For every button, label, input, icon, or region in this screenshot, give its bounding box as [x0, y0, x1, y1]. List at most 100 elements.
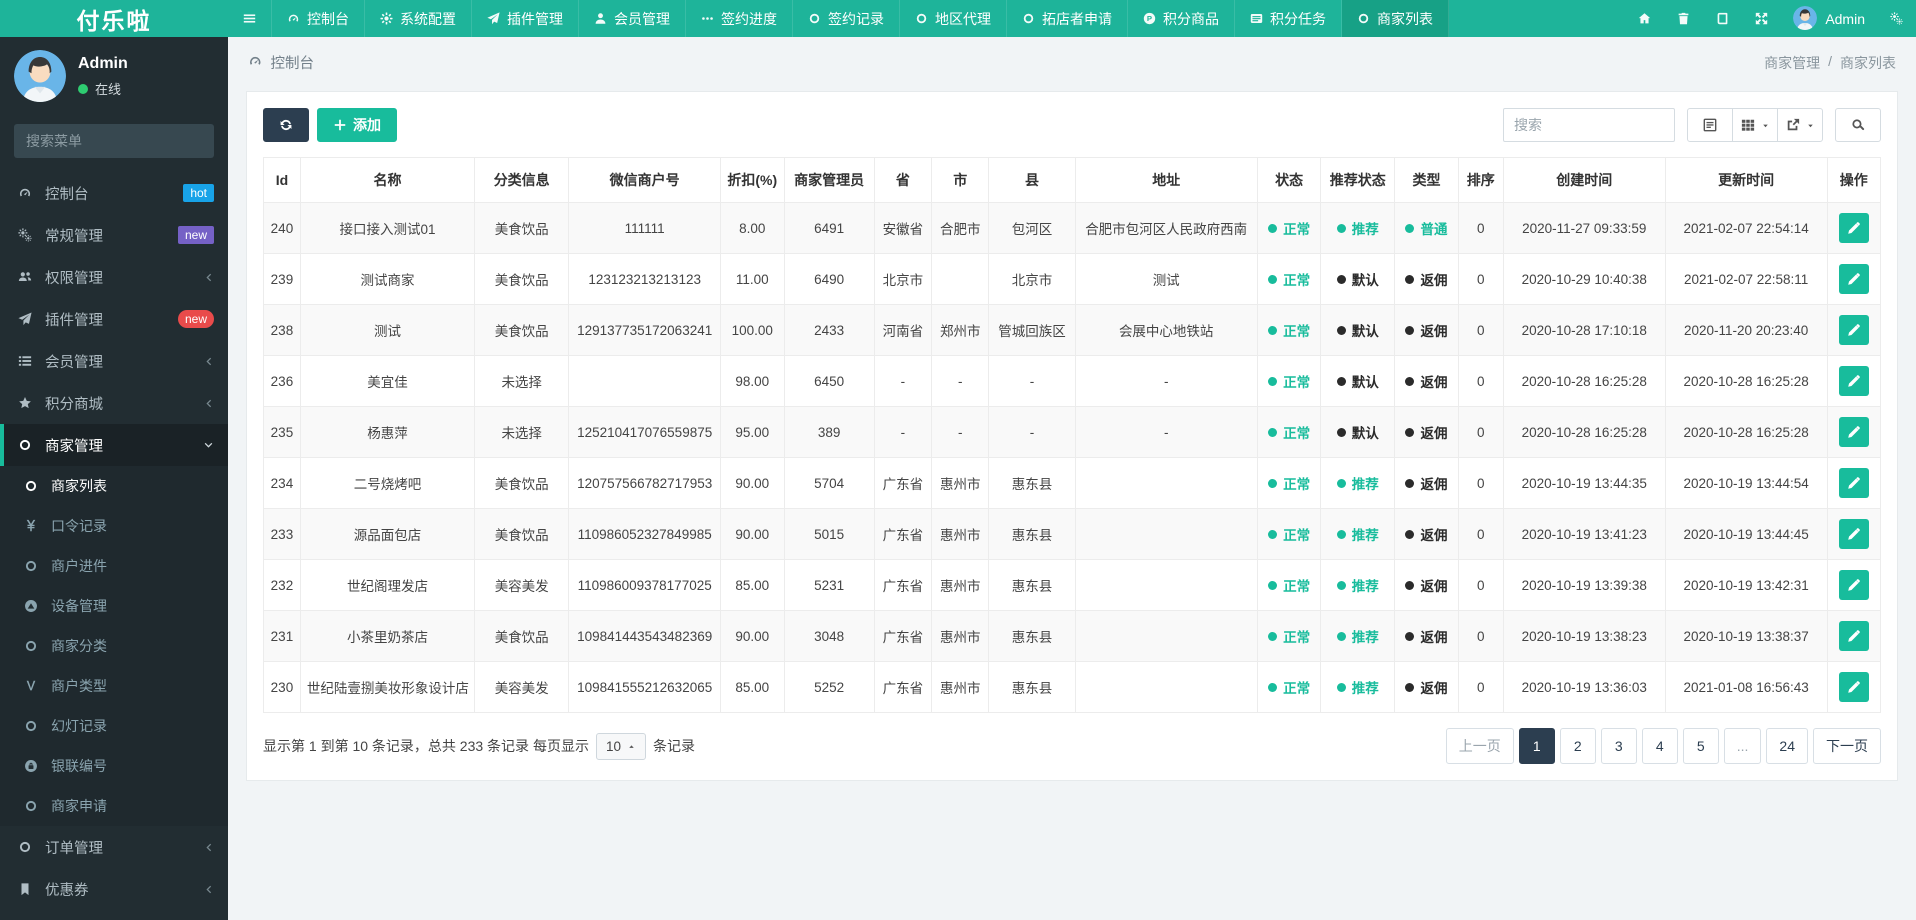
topnav-item[interactable]: 会员管理	[579, 0, 686, 37]
edit-button[interactable]	[1838, 519, 1869, 549]
topnav-item[interactable]: 拓店者申请	[1007, 0, 1128, 37]
type-cell: 返佣	[1394, 559, 1459, 611]
home-button[interactable]	[1625, 0, 1664, 37]
table-row: 234 二号烧烤吧 美食饮品 120757566782717953 90.00 5704 广…	[263, 457, 1882, 509]
status-dot-icon	[1268, 631, 1278, 641]
edit-button[interactable]	[1838, 468, 1869, 498]
page-button[interactable]: 4	[1641, 728, 1678, 764]
column-header[interactable]: 类型	[1394, 157, 1459, 203]
column-header[interactable]: 状态	[1256, 157, 1322, 203]
column-header[interactable]: 创建时间	[1502, 157, 1666, 203]
columns-button[interactable]	[1732, 108, 1778, 142]
sidebar-subitem-link[interactable]: 银联编号	[0, 746, 228, 786]
edit-button[interactable]	[1838, 570, 1869, 600]
edit-button[interactable]	[1838, 264, 1869, 294]
sidebar-item-label: 优惠券	[45, 882, 89, 899]
table-header-row: Id 名称 分类信息 微信商户号 折扣(%) 商家管理员省市县地址 状态 推荐状态 类型 排序 创建…	[263, 157, 1882, 203]
sidebar-item-link[interactable]: 积分商城	[0, 382, 228, 424]
table-row: 236 美宜佳 未选择 98.00 6450- - - - 正常 默认 返佣 0 2020-10-28 …	[263, 355, 1882, 407]
column-header[interactable]: 商家管理员	[783, 157, 875, 203]
page-button[interactable]: 3	[1600, 728, 1637, 764]
page-button[interactable]: 1	[1518, 728, 1555, 764]
refresh-button[interactable]	[263, 108, 309, 142]
column-header[interactable]: 县	[988, 157, 1076, 203]
edit-button[interactable]	[1838, 213, 1869, 243]
page-button[interactable]: 5	[1682, 728, 1719, 764]
sidebar-subitem-link[interactable]: 商家申请	[0, 786, 228, 826]
topnav-item[interactable]: 签约记录	[793, 0, 900, 37]
column-header[interactable]: 操作	[1826, 157, 1882, 203]
sidebar-search-input[interactable]	[14, 124, 214, 158]
column-header[interactable]: 名称	[299, 157, 476, 203]
sidebar-item-link[interactable]: 订单管理	[0, 826, 228, 868]
brand-logo[interactable]: 付乐啦	[0, 0, 228, 37]
column-header[interactable]: 市	[931, 157, 990, 203]
edit-button[interactable]	[1838, 417, 1869, 447]
prev-page-button[interactable]: 上一页	[1445, 728, 1514, 764]
sidebar-subitem-link[interactable]: 设备管理	[0, 586, 228, 626]
trash-button[interactable]	[1664, 0, 1703, 37]
page-button[interactable]: ...	[1723, 728, 1762, 764]
edit-button[interactable]	[1838, 672, 1869, 702]
table-search-input[interactable]	[1503, 108, 1675, 142]
add-button[interactable]: 添加	[317, 108, 397, 142]
column-header[interactable]: 推荐状态	[1320, 157, 1396, 203]
listb-icon	[16, 353, 34, 369]
expand-button[interactable]	[1742, 0, 1781, 37]
topnav-item[interactable]: 控制台	[272, 0, 365, 37]
book-button[interactable]	[1703, 0, 1742, 37]
sidebar-subitem-link[interactable]: 商家列表	[0, 466, 228, 506]
breadcrumb-dashboard[interactable]: 控制台	[271, 52, 315, 73]
updated-time-cell: 2021-01-08 16:56:43	[1664, 661, 1828, 713]
topnav-item[interactable]: 地区代理	[900, 0, 1007, 37]
column-header[interactable]: 折扣(%)	[719, 157, 785, 203]
column-header[interactable]: 地址	[1074, 157, 1258, 203]
column-header[interactable]: 省	[873, 157, 933, 203]
sidebar-item-link[interactable]: 常规管理 new	[0, 214, 228, 256]
province-cell: 广东省	[873, 610, 933, 662]
paging-switch-button[interactable]	[1687, 108, 1733, 142]
edit-button[interactable]	[1838, 621, 1869, 651]
online-dot-icon	[78, 83, 88, 94]
sidebar-item-link[interactable]: 权限管理	[0, 256, 228, 298]
column-header[interactable]: 更新时间	[1664, 157, 1828, 203]
topnav-item[interactable]: P 积分商品	[1128, 0, 1235, 37]
manager-cell: 6491	[783, 202, 875, 254]
status-dot-icon	[1405, 223, 1415, 233]
column-header[interactable]: Id	[263, 157, 301, 203]
column-header[interactable]: 排序	[1457, 157, 1504, 203]
sidebar-toggle-button[interactable]	[228, 0, 272, 37]
status-cell: 正常	[1256, 610, 1322, 662]
search-toggle-button[interactable]	[1835, 108, 1881, 142]
topnav-item[interactable]: 签约进度	[686, 0, 793, 37]
search-icon	[1851, 117, 1865, 133]
sidebar-item-link[interactable]: 控制台 hot	[0, 172, 228, 214]
page-button[interactable]: 24	[1766, 728, 1808, 764]
status-dot-icon	[1336, 682, 1346, 692]
sidebar-subitem-link[interactable]: 口令记录	[0, 506, 228, 546]
sidebar-subitem-link[interactable]: 商家分类	[0, 626, 228, 666]
settings-button[interactable]	[1877, 0, 1916, 37]
page-size-dropdown[interactable]: 10	[595, 732, 646, 760]
sidebar-item-link[interactable]: 插件管理 new	[0, 298, 228, 340]
sidebar-item-link[interactable]: 商家管理	[0, 424, 228, 466]
topnav-item[interactable]: 系统配置	[365, 0, 472, 37]
breadcrumb-parent[interactable]: 商家管理	[1764, 53, 1820, 73]
topnav-item[interactable]: 商家列表	[1342, 0, 1449, 37]
column-header[interactable]: 分类信息	[474, 157, 570, 203]
next-page-button[interactable]: 下一页	[1813, 728, 1881, 764]
export-button[interactable]	[1777, 108, 1823, 142]
topnav-item[interactable]: 积分任务	[1235, 0, 1342, 37]
edit-button[interactable]	[1838, 366, 1869, 396]
sidebar-subitem-link[interactable]: 商户进件	[0, 546, 228, 586]
edit-button[interactable]	[1838, 315, 1869, 345]
column-header[interactable]: 微信商户号	[568, 157, 721, 203]
topnav-user-menu[interactable]: Admin	[1781, 0, 1877, 37]
topnav-item[interactable]: 插件管理	[472, 0, 579, 37]
sidebar-item-link[interactable]: 会员管理	[0, 340, 228, 382]
sidebar-subitem-link[interactable]: 幻灯记录	[0, 706, 228, 746]
page-button[interactable]: 2	[1559, 728, 1596, 764]
sidebar-subitem-link[interactable]: 商户类型	[0, 666, 228, 706]
chevron-left-icon	[203, 884, 214, 895]
sidebar-item-link[interactable]: 优惠券	[0, 868, 228, 910]
